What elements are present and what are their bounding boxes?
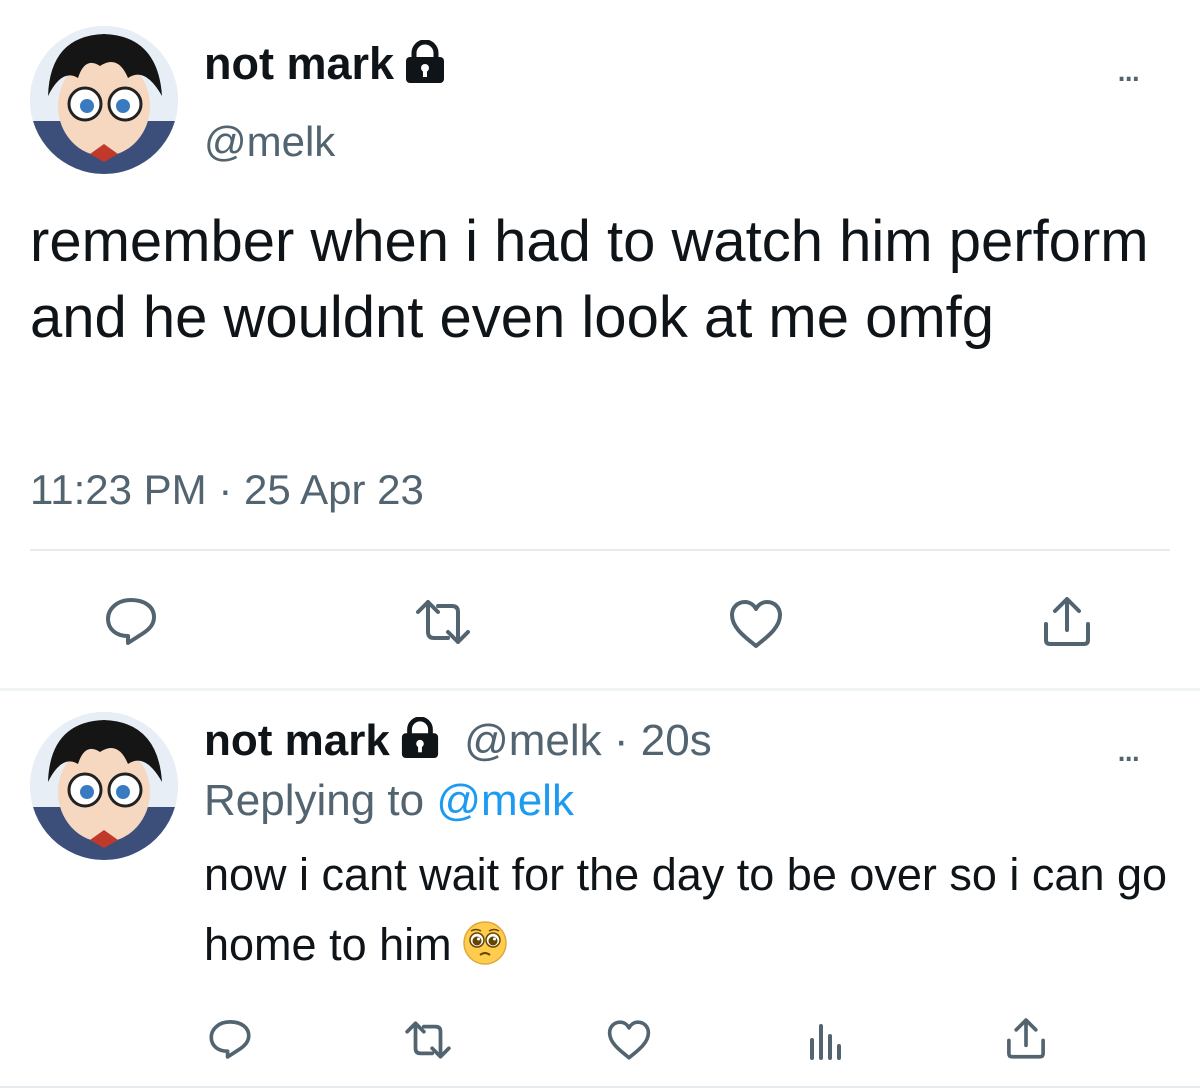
replying-to-handle[interactable]: @melk: [436, 776, 574, 825]
heart-icon: [606, 1019, 652, 1061]
reply-button[interactable]: [104, 596, 158, 646]
tweet-time[interactable]: 11:23 PM: [30, 466, 207, 513]
heart-icon: [728, 598, 784, 650]
share-button[interactable]: [1040, 594, 1094, 648]
reply-icon: [208, 1018, 252, 1060]
reply-text-content: now i cant wait for the day to be over s…: [204, 849, 1168, 970]
meta-separator: ·: [218, 466, 233, 513]
retweet-icon: [400, 1020, 456, 1060]
main-avatar[interactable]: [30, 26, 178, 174]
reply-retweet-button[interactable]: [400, 1020, 456, 1060]
share-icon: [1004, 1016, 1048, 1060]
main-author-name[interactable]: not mark: [204, 38, 446, 95]
retweet-button[interactable]: [410, 598, 476, 646]
reply-avatar[interactable]: [30, 712, 178, 860]
tweet-separator: [0, 688, 1200, 691]
more-options-button[interactable]: ...: [1116, 48, 1141, 88]
analytics-icon: [806, 1020, 846, 1062]
tweet-timestamp[interactable]: 11:23 PM · 25 Apr 23: [30, 466, 424, 514]
pleading-face-emoji: [462, 916, 508, 986]
replying-to: Replying to @melk: [204, 776, 574, 826]
reply-like-button[interactable]: [606, 1019, 652, 1061]
analytics-button[interactable]: [806, 1020, 846, 1062]
main-author-handle[interactable]: @melk: [204, 118, 335, 166]
main-tweet-text: remember when i had to watch him perform…: [30, 209, 1149, 350]
reply-separator: ·: [613, 716, 629, 765]
reply-tweet-text: now i cant wait for the day to be over s…: [204, 840, 1184, 986]
reply-share-button[interactable]: [1004, 1016, 1048, 1060]
tweet-date[interactable]: 25 Apr 23: [244, 466, 424, 513]
reply-author-name[interactable]: not mark: [204, 716, 390, 765]
like-button[interactable]: [728, 598, 784, 650]
divider: [30, 549, 1170, 551]
share-icon: [1040, 594, 1094, 648]
reply-age[interactable]: 20s: [641, 716, 712, 765]
reply-more-options-button[interactable]: ...: [1116, 728, 1141, 768]
bottom-divider: [0, 1086, 1200, 1088]
retweet-icon: [410, 598, 476, 646]
lock-icon: [404, 39, 446, 95]
lock-icon: [400, 716, 440, 770]
reply-reply-button[interactable]: [208, 1018, 252, 1060]
reply-icon: [104, 596, 158, 646]
reply-author-handle[interactable]: @melk: [464, 716, 602, 765]
author-name-text[interactable]: not mark: [204, 38, 394, 89]
replying-to-label: Replying to: [204, 776, 425, 825]
reply-header: not mark @melk · 20s: [204, 716, 712, 770]
